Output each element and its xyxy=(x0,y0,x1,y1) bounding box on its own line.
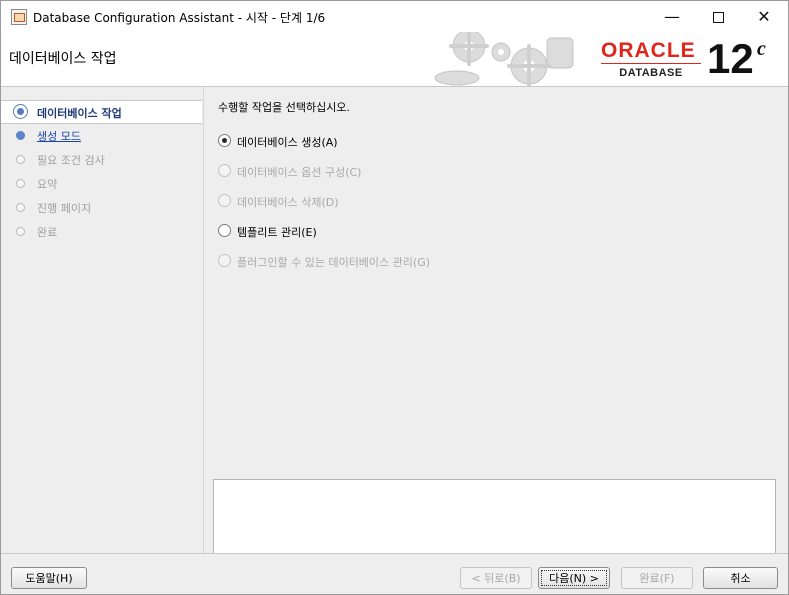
window-title: Database Configuration Assistant - 시작 - … xyxy=(33,11,326,25)
title-bar: Database Configuration Assistant - 시작 - … xyxy=(1,1,788,32)
oracle-database-label: DATABASE xyxy=(619,67,683,79)
step-node-icon xyxy=(16,203,25,212)
gears-graphic-icon xyxy=(434,32,574,86)
radio-button[interactable] xyxy=(218,224,231,237)
version-suffix: c xyxy=(757,38,766,60)
radio-button xyxy=(218,254,231,267)
radio-button xyxy=(218,164,231,177)
option-label: 데이터베이스 옵션 구성(C) xyxy=(237,166,362,179)
option-label: 플러그인할 수 있는 데이터베이스 관리(G) xyxy=(237,256,431,269)
page-title: 데이터베이스 작업 xyxy=(9,51,117,67)
main-panel: 수행할 작업을 선택하십시오. 데이터베이스 생성(A) 데이터베이스 옵션 구… xyxy=(204,87,788,571)
maximize-icon xyxy=(712,12,724,23)
option-label: 데이터베이스 생성(A) xyxy=(237,136,338,149)
option-label: 데이터베이스 삭제(D) xyxy=(237,196,339,209)
step-finish: 완료 xyxy=(1,220,202,242)
step-node-icon xyxy=(16,155,25,164)
step-node-icon xyxy=(16,179,25,188)
logo-rule xyxy=(601,63,701,64)
minimize-button[interactable]: — xyxy=(649,1,695,32)
step-creation-mode[interactable]: 생성 모드 xyxy=(1,124,202,146)
button-bar: 도움말(H) < 뒤로(B) 다음(N) > 완료(F) 취소 xyxy=(1,553,788,594)
step-label: 요약 xyxy=(37,178,58,191)
step-label: 진행 페이지 xyxy=(37,202,92,215)
step-summary: 요약 xyxy=(1,172,202,194)
step-node-icon xyxy=(16,131,25,140)
steps-sidebar: 데이터베이스 작업 생성 모드 필요 조건 검사 요약 진행 페이지 완료 xyxy=(1,87,204,553)
option-label: 템플리트 관리(E) xyxy=(237,226,317,239)
step-label: 데이터베이스 작업 xyxy=(37,107,122,120)
step-label: 생성 모드 xyxy=(37,130,81,143)
version-number: 12 xyxy=(707,35,754,82)
step-progress-page: 진행 페이지 xyxy=(1,196,202,218)
help-button[interactable]: 도움말(H) xyxy=(11,567,87,589)
next-button[interactable]: 다음(N) > xyxy=(538,567,610,589)
finish-button: 완료(F) xyxy=(621,567,693,589)
step-node-icon xyxy=(16,227,25,236)
oracle-logo: ORACLE DATABASE xyxy=(601,39,701,79)
oracle-brand: ORACLE xyxy=(601,39,696,62)
step-active-icon xyxy=(13,104,28,119)
operation-prompt: 수행할 작업을 선택하십시오. xyxy=(218,101,350,114)
header-banner: 데이터베이스 작업 ORACLE DATABASE 12 c xyxy=(1,32,788,87)
cancel-button[interactable]: 취소 xyxy=(703,567,778,589)
radio-button xyxy=(218,194,231,207)
step-prerequisite-checks: 필요 조건 검사 xyxy=(1,148,202,170)
dbca-window: Database Configuration Assistant - 시작 - … xyxy=(0,0,789,595)
step-label: 완료 xyxy=(37,226,58,239)
maximize-button[interactable] xyxy=(695,1,741,32)
step-label: 필요 조건 검사 xyxy=(37,154,105,167)
step-database-operation[interactable]: 데이터베이스 작업 xyxy=(1,100,202,124)
close-button[interactable]: ✕ xyxy=(741,1,787,32)
radio-button[interactable] xyxy=(218,134,231,147)
app-icon xyxy=(11,9,27,25)
back-button: < 뒤로(B) xyxy=(460,567,532,589)
